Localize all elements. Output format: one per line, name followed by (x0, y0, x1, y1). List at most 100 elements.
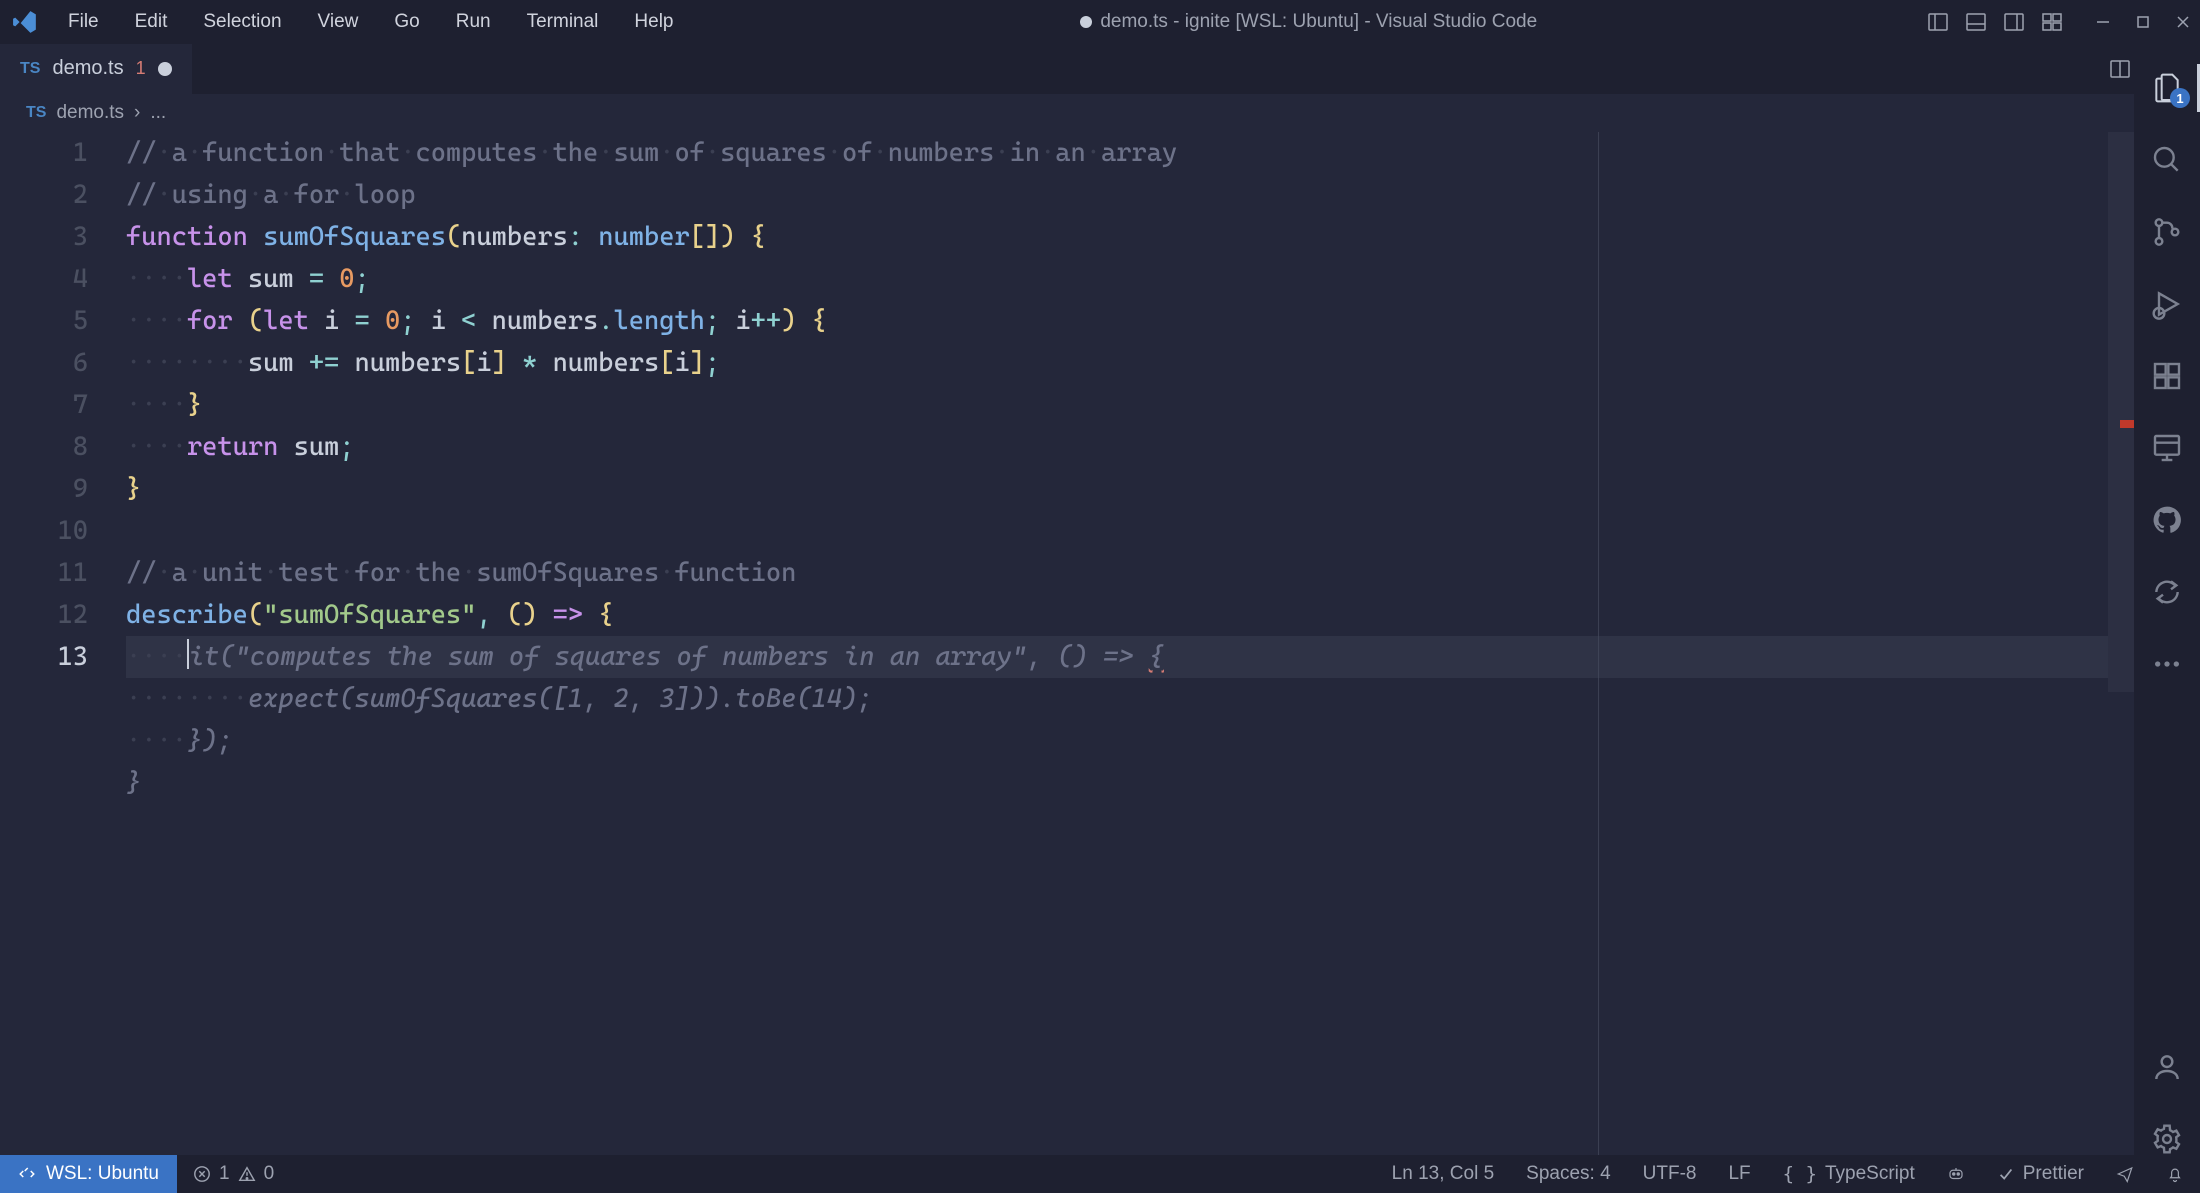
code-line[interactable]: } (126, 468, 2108, 510)
activity-run-debug[interactable] (2134, 288, 2200, 320)
toggle-secondary-sidebar-icon[interactable] (2002, 10, 2026, 34)
line-number[interactable]: 6 (0, 342, 88, 384)
minimap[interactable] (2108, 132, 2134, 1155)
status-eol[interactable]: LF (1712, 1163, 1766, 1185)
typescript-file-icon: TS (20, 60, 40, 78)
menu-edit[interactable]: Edit (117, 0, 186, 44)
account-icon (2151, 1051, 2183, 1083)
activity-bar: 1 (2134, 44, 2200, 1155)
status-remote[interactable]: WSL: Ubuntu (0, 1155, 177, 1193)
extensions-icon (2151, 360, 2183, 392)
customize-layout-icon[interactable] (2040, 10, 2064, 34)
toggle-panel-icon[interactable] (1964, 10, 1988, 34)
menu-help[interactable]: Help (616, 0, 691, 44)
status-error-count: 1 (219, 1163, 230, 1185)
github-icon (2151, 504, 2183, 536)
code-line[interactable]: ········sum += numbers[i] * numbers[i]; (126, 342, 2108, 384)
activity-extensions[interactable] (2134, 360, 2200, 392)
activity-search[interactable] (2134, 144, 2200, 176)
text-editor[interactable]: 12345678910111213 //·a·function·that·com… (0, 132, 2108, 1155)
line-number[interactable]: 12 (0, 594, 88, 636)
status-remote-label: WSL: Ubuntu (46, 1163, 159, 1185)
live-share-icon (2151, 576, 2183, 608)
minimap-error-marker[interactable] (2120, 420, 2134, 428)
code-line[interactable]: ····let sum = 0; (126, 258, 2108, 300)
menu-selection[interactable]: Selection (185, 0, 299, 44)
code-line[interactable]: ····for (let i = 0; i < numbers.length; … (126, 300, 2108, 342)
code-line[interactable]: function sumOfSquares(numbers: number[])… (126, 216, 2108, 258)
status-indent[interactable]: Spaces: 4 (1510, 1163, 1627, 1185)
activity-remote-explorer[interactable] (2134, 432, 2200, 464)
activity-github[interactable] (2134, 504, 2200, 536)
line-number (0, 720, 88, 762)
code-line[interactable]: } (126, 762, 2108, 804)
status-notifications[interactable] (2150, 1165, 2200, 1183)
minimap-viewport[interactable] (2108, 132, 2134, 692)
bell-icon (2166, 1165, 2184, 1183)
tab-problem-badge: 1 (136, 58, 146, 79)
code-line[interactable]: ····} (126, 384, 2108, 426)
source-control-icon (2151, 216, 2183, 248)
code-line[interactable]: //·using·a·for·loop (126, 174, 2108, 216)
typescript-file-icon: TS (26, 104, 46, 122)
status-language[interactable]: { } TypeScript (1767, 1163, 1931, 1185)
tab-modified-dot-icon[interactable] (158, 62, 172, 76)
status-problems[interactable]: 1 0 (177, 1163, 290, 1185)
activity-account[interactable] (2134, 1051, 2200, 1083)
editor-group: 12345678910111213 //·a·function·that·com… (0, 132, 2134, 1155)
line-number[interactable]: 4 (0, 258, 88, 300)
status-copilot[interactable] (1931, 1165, 1981, 1183)
code-content[interactable]: //·a·function·that·computes·the·sum·of·s… (126, 132, 2108, 1155)
line-number[interactable]: 8 (0, 426, 88, 468)
activity-source-control[interactable] (2134, 216, 2200, 248)
line-number-gutter[interactable]: 12345678910111213 (0, 132, 126, 1155)
status-feedback[interactable] (2100, 1165, 2150, 1183)
code-line[interactable]: ····it("computes the sum of squares of n… (126, 636, 2108, 678)
code-line[interactable]: ········expect(sumOfSquares([1, 2, 3])).… (126, 678, 2108, 720)
error-icon (193, 1165, 211, 1183)
maximize-icon[interactable] (2134, 13, 2152, 31)
layout-controls (1926, 10, 2064, 34)
menu-file[interactable]: File (50, 0, 117, 44)
menu-run[interactable]: Run (438, 0, 509, 44)
code-line[interactable]: //·a·unit·test·for·the·sumOfSquares·func… (126, 552, 2108, 594)
window-title: demo.ts - ignite [WSL: Ubuntu] - Visual … (692, 11, 1927, 33)
close-icon[interactable] (2174, 13, 2192, 31)
line-number[interactable]: 7 (0, 384, 88, 426)
menu-bar: File Edit Selection View Go Run Terminal… (50, 0, 692, 44)
menu-terminal[interactable]: Terminal (509, 0, 617, 44)
code-line[interactable]: ····}); (126, 720, 2108, 762)
vscode-logo-icon (8, 9, 42, 35)
status-prettier[interactable]: Prettier (1981, 1163, 2100, 1185)
menu-go[interactable]: Go (376, 0, 437, 44)
status-encoding[interactable]: UTF-8 (1627, 1163, 1713, 1185)
code-line[interactable] (126, 510, 2108, 552)
activity-settings[interactable] (2134, 1123, 2200, 1155)
status-cursor[interactable]: Ln 13, Col 5 (1376, 1163, 1510, 1185)
line-number[interactable]: 11 (0, 552, 88, 594)
minimize-icon[interactable] (2094, 13, 2112, 31)
split-editor-icon[interactable] (2108, 57, 2132, 81)
activity-more[interactable] (2134, 648, 2200, 680)
line-number[interactable]: 9 (0, 468, 88, 510)
activity-explorer[interactable]: 1 (2134, 72, 2200, 104)
line-number[interactable]: 1 (0, 132, 88, 174)
breadcrumb-symbol[interactable]: ... (150, 102, 166, 124)
line-number[interactable]: 13 (0, 636, 88, 678)
breadcrumb[interactable]: TS demo.ts › ... (0, 94, 2200, 132)
menu-view[interactable]: View (300, 0, 377, 44)
explorer-badge: 1 (2170, 88, 2190, 108)
code-line[interactable]: //·a·function·that·computes·the·sum·of·s… (126, 132, 2108, 174)
line-number[interactable]: 10 (0, 510, 88, 552)
tab-demo-ts[interactable]: TS demo.ts 1 (0, 44, 192, 94)
code-line[interactable]: describe("sumOfSquares", () => { (126, 594, 2108, 636)
line-number[interactable]: 3 (0, 216, 88, 258)
breadcrumb-file[interactable]: demo.ts (56, 102, 124, 124)
line-number[interactable]: 5 (0, 300, 88, 342)
toggle-primary-sidebar-icon[interactable] (1926, 10, 1950, 34)
code-line[interactable]: ····return sum; (126, 426, 2108, 468)
debug-icon (2151, 288, 2183, 320)
line-number[interactable]: 2 (0, 174, 88, 216)
activity-live-share[interactable] (2134, 576, 2200, 608)
tab-bar: TS demo.ts 1 (0, 44, 2200, 94)
